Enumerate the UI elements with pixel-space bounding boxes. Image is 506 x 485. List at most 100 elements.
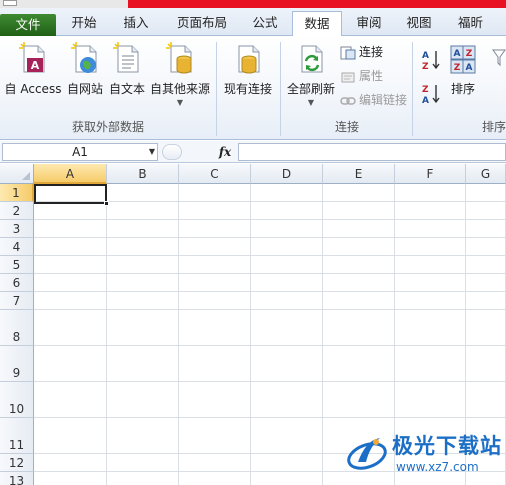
ribbon-tabs: 文件 开始 插入 页面布局 公式 数据 审阅 视图 福昕PDF (0, 8, 506, 54)
tab-home[interactable]: 开始 (60, 11, 108, 36)
existing-connections-icon (238, 45, 260, 74)
watermark: 极光下载站 www.xz7.com (346, 430, 502, 482)
insert-function-button[interactable]: fx (214, 143, 236, 161)
row-header-6[interactable]: 6 (0, 274, 34, 292)
column-header-e[interactable]: E (323, 164, 395, 184)
gridline (34, 273, 506, 274)
formula-input[interactable] (238, 143, 506, 161)
row-header-7[interactable]: 7 (0, 292, 34, 310)
gridline (34, 291, 506, 292)
sort-icon: A Z Z A (450, 45, 476, 74)
gridline (106, 184, 107, 485)
active-cell-a1[interactable] (34, 184, 109, 206)
connections-label: 连接 (359, 45, 384, 59)
from-other-sources-label: 自其他来源 (149, 82, 210, 96)
row-header-4[interactable]: 4 (0, 238, 34, 256)
from-access-button[interactable]: A 自 Access (2, 40, 64, 114)
from-access-label: 自 Access (4, 82, 62, 96)
tab-view[interactable]: 视图 (396, 11, 442, 36)
svg-text:A: A (466, 63, 473, 73)
column-header-f[interactable]: F (395, 164, 466, 184)
gridline (34, 309, 506, 310)
globe-icon (71, 42, 97, 73)
tab-data[interactable]: 数据 (292, 11, 342, 37)
tab-foxit-pdf[interactable]: 福昕PDF (446, 11, 506, 54)
row-header-11[interactable]: 11 (0, 418, 34, 454)
svg-text:A: A (422, 96, 429, 106)
svg-text:Z: Z (422, 62, 429, 72)
select-all-corner[interactable] (0, 164, 34, 184)
refresh-all-button[interactable]: 全部刷新 ▼ (284, 40, 338, 114)
tab-page-layout[interactable]: 页面布局 (166, 11, 238, 36)
svg-text:Z: Z (454, 63, 461, 73)
sort-label: 排序 (450, 82, 475, 96)
gridline (34, 219, 506, 220)
watermark-url: www.xz7.com (396, 460, 479, 474)
gridline (178, 184, 179, 485)
column-header-a[interactable]: A (34, 164, 107, 184)
from-other-sources-button[interactable]: 自其他来源 ▼ (148, 40, 212, 114)
row-header-2[interactable]: 2 (0, 202, 34, 220)
row-header-10[interactable]: 10 (0, 382, 34, 418)
group-get-external-data-label: 获取外部数据 (71, 120, 144, 134)
column-header-g[interactable]: G (466, 164, 506, 184)
from-web-label: 自网站 (66, 82, 103, 96)
group-separator (280, 42, 281, 136)
dropdown-arrow-icon: ▼ (176, 98, 184, 107)
existing-connections-button[interactable]: 现有连接 (220, 40, 276, 114)
gridline (34, 345, 506, 346)
group-sort-filter-label: 排序 (481, 120, 506, 134)
formula-bar-splitter[interactable] (162, 144, 182, 160)
group-connections-label: 连接 (334, 120, 359, 134)
row-header-3[interactable]: 3 (0, 220, 34, 238)
name-box[interactable]: A1 (2, 143, 158, 161)
sort-button[interactable]: A Z Z A 排序 (444, 40, 482, 114)
row-header-5[interactable]: 5 (0, 256, 34, 274)
connections-button[interactable]: 连接 (340, 42, 383, 62)
gridline (250, 184, 251, 485)
gridline (34, 381, 506, 382)
row-header-1[interactable]: 1 (0, 184, 34, 202)
group-separator (216, 42, 217, 136)
sort-ascending-button[interactable]: A Z (420, 48, 442, 72)
group-separator (412, 42, 413, 136)
connections-icon (340, 46, 356, 59)
svg-text:Z: Z (466, 49, 473, 59)
column-header-d[interactable]: D (251, 164, 323, 184)
svg-text:A: A (422, 51, 429, 61)
link-icon (340, 96, 356, 105)
sort-z-a-icon: Z A (422, 85, 440, 106)
sort-a-z-icon: A Z (422, 51, 440, 72)
text-file-icon (113, 42, 139, 73)
tab-insert[interactable]: 插入 (112, 11, 160, 36)
gridline (34, 255, 506, 256)
tab-file[interactable]: 文件 (0, 14, 56, 36)
tab-review[interactable]: 审阅 (346, 11, 392, 36)
from-web-button[interactable]: 自网站 (64, 40, 106, 114)
from-text-button[interactable]: 自文本 (106, 40, 148, 114)
row-header-8[interactable]: 8 (0, 310, 34, 346)
gridline (34, 417, 506, 418)
row-header-12[interactable]: 12 (0, 454, 34, 472)
refresh-icon (301, 45, 323, 73)
dropdown-arrow-icon: ▼ (307, 98, 315, 107)
fill-handle[interactable] (104, 201, 109, 206)
watermark-logo (347, 438, 387, 470)
tab-formulas[interactable]: 公式 (242, 11, 288, 36)
row-header-9[interactable]: 9 (0, 346, 34, 382)
title-bar (0, 0, 506, 8)
column-header-c[interactable]: C (179, 164, 251, 184)
gridline (322, 184, 323, 485)
column-header-b[interactable]: B (107, 164, 179, 184)
filter-icon[interactable] (492, 48, 506, 68)
existing-connections-label: 现有连接 (223, 82, 272, 96)
quick-access-icon[interactable] (3, 0, 17, 6)
edit-links-button[interactable]: 编辑链接 (340, 90, 407, 110)
properties-button[interactable]: 属性 (340, 66, 383, 86)
sort-descending-button[interactable]: Z A (420, 82, 442, 106)
title-bar-red (128, 0, 506, 8)
formula-bar: A1 ▼ fx (0, 141, 506, 163)
name-box-dropdown-icon[interactable]: ▼ (146, 143, 158, 161)
properties-icon (341, 72, 355, 82)
row-header-13[interactable]: 13 (0, 472, 34, 485)
